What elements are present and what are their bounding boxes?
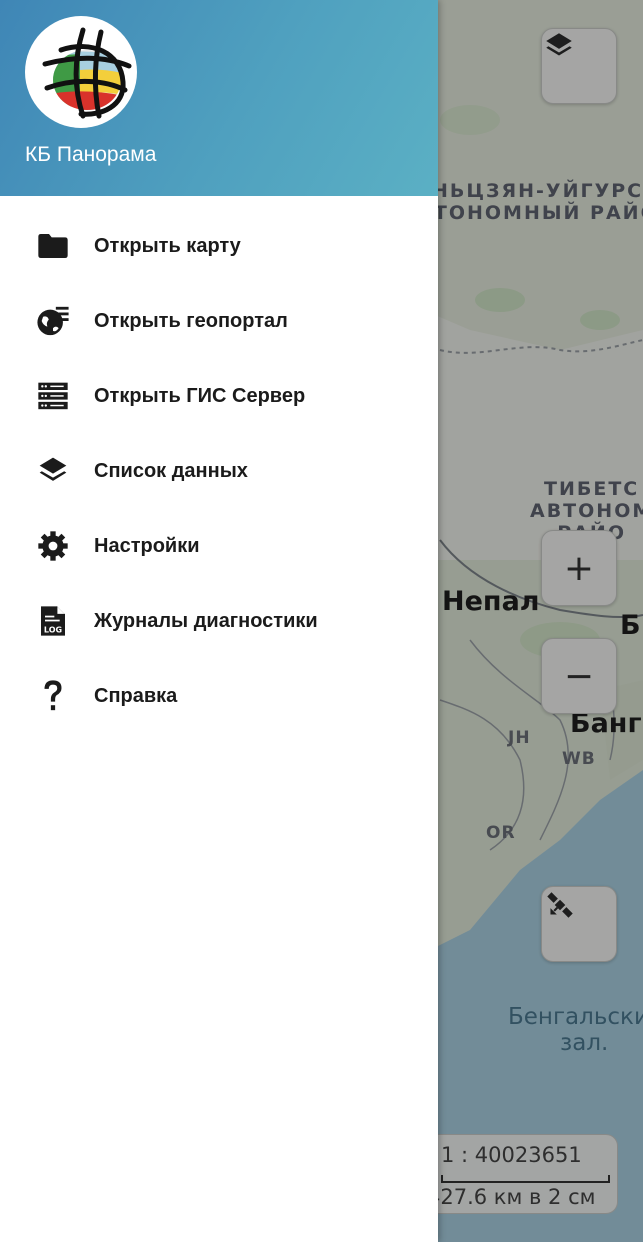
menu-item-open-geoportal[interactable]: Открыть геопортал — [0, 284, 438, 359]
menu-item-label: Открыть ГИС Сервер — [94, 385, 306, 407]
menu-item-help[interactable]: Справка — [0, 659, 438, 734]
app-name: КБ Панорама — [25, 143, 157, 166]
menu-item-label: Журналы диагностики — [94, 610, 318, 632]
menu-item-open-gis-server[interactable]: Открыть ГИС Сервер — [0, 359, 438, 434]
menu-item-label: Настройки — [94, 535, 200, 557]
menu-item-label: Список данных — [94, 460, 248, 482]
drawer-menu: Открыть карту Открыть геопортал Открыть … — [0, 209, 438, 734]
panorama-logo-icon — [42, 27, 132, 119]
menu-item-data-list[interactable]: Список данных — [0, 434, 438, 509]
navigation-drawer: КБ Панорама Открыть карту Открыть геопор… — [0, 0, 438, 1242]
drawer-header: КБ Панорама — [0, 0, 438, 196]
menu-item-open-map[interactable]: Открыть карту — [0, 209, 438, 284]
globe-list-icon — [36, 304, 70, 338]
menu-item-label: Открыть геопортал — [94, 310, 288, 332]
app-logo — [25, 16, 137, 128]
menu-item-diagnostic-logs[interactable]: LOG Журналы диагностики — [0, 584, 438, 659]
log-file-icon: LOG — [36, 604, 70, 638]
layers-icon — [36, 454, 70, 488]
server-icon — [36, 379, 70, 413]
gear-icon — [36, 529, 70, 563]
svg-text:LOG: LOG — [44, 625, 62, 634]
menu-item-label: Открыть карту — [94, 235, 241, 257]
question-icon — [36, 679, 70, 713]
menu-item-label: Справка — [94, 685, 178, 707]
menu-item-settings[interactable]: Настройки — [0, 509, 438, 584]
folder-icon — [36, 229, 70, 263]
